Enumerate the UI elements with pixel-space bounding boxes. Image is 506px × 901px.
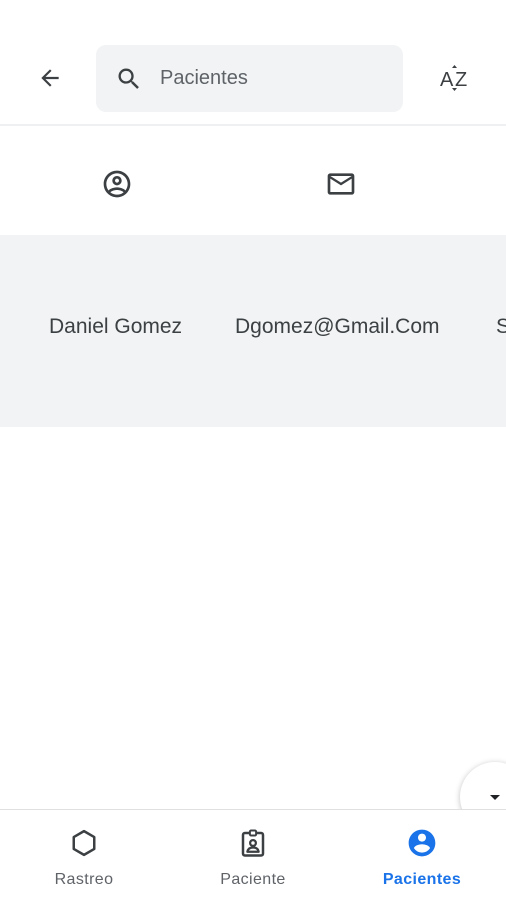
table-header (0, 126, 506, 234)
search-icon (114, 64, 144, 94)
account-circle-icon (405, 826, 439, 860)
caret-down-icon (490, 795, 500, 800)
nav-label-paciente: Paciente (220, 871, 286, 888)
nav-item-rastreo[interactable]: Rastreo (0, 810, 168, 901)
sort-az-button[interactable]: A Z (432, 58, 480, 98)
hexagon-icon (67, 826, 101, 860)
column-header-name[interactable] (97, 166, 137, 202)
table-row[interactable]: Daniel Gomez Dgomez@Gmail.Com S (0, 235, 506, 427)
patient-email-cell: Dgomez@Gmail.Com (235, 315, 440, 338)
svg-text:A: A (440, 69, 454, 91)
search-bar[interactable] (96, 45, 403, 112)
badge-icon (236, 826, 270, 860)
mail-outline-icon (327, 173, 355, 195)
patient-name-cell: Daniel Gomez (49, 315, 183, 338)
nav-item-pacientes[interactable]: Pacientes (338, 810, 506, 901)
bottom-navigation: Rastreo Paciente Pacientes (0, 809, 506, 901)
arrow-back-icon (41, 69, 59, 87)
top-app-bar: A Z (0, 0, 506, 126)
sort-az-icon: A Z (440, 65, 467, 91)
search-input[interactable] (158, 66, 382, 91)
nav-label-rastreo: Rastreo (54, 871, 114, 888)
account-circle-outline-icon (103, 170, 131, 198)
column-header-email[interactable] (321, 166, 361, 202)
patient-extra-cell: S (496, 315, 506, 338)
nav-item-paciente[interactable]: Paciente (169, 810, 337, 901)
nav-label-pacientes: Pacientes (382, 871, 462, 888)
svg-text:Z: Z (455, 69, 467, 91)
back-button[interactable] (28, 56, 72, 100)
